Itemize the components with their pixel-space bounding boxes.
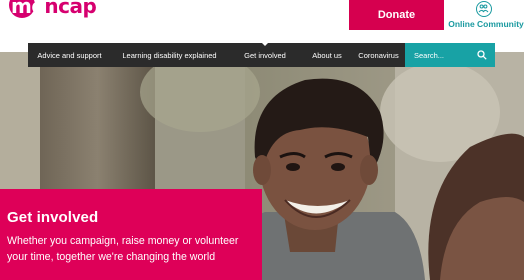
get-involved-panel: Get involved Whether you campaign, raise… bbox=[0, 189, 262, 280]
nav-get-involved[interactable]: Get involved bbox=[228, 42, 302, 67]
logo-text: mencap bbox=[11, 0, 97, 18]
search-box[interactable] bbox=[405, 43, 495, 67]
people-icon bbox=[476, 1, 492, 17]
nav-coronavirus[interactable]: Coronavirus bbox=[352, 43, 405, 67]
hero-text: Whether you campaign, raise money or vol… bbox=[7, 235, 239, 263]
nav-learning-disability-explained[interactable]: Learning disability explained bbox=[111, 43, 228, 67]
hero-banner: Get involved Whether you campaign, raise… bbox=[0, 52, 524, 280]
online-community-link[interactable]: Online Community bbox=[448, 0, 524, 34]
donate-button[interactable]: Donate bbox=[349, 0, 444, 30]
nav-about-us[interactable]: About us bbox=[302, 43, 352, 67]
main-navigation: Advice and support Learning disability e… bbox=[28, 42, 495, 67]
search-icon[interactable] bbox=[477, 50, 487, 60]
search-input[interactable] bbox=[414, 50, 474, 60]
online-community-label: Online Community bbox=[448, 19, 524, 29]
hero-title: Get involved bbox=[7, 209, 99, 226]
site-header: mencap Donate Online Community bbox=[0, 0, 524, 43]
nav-advice-and-support[interactable]: Advice and support bbox=[28, 43, 111, 67]
